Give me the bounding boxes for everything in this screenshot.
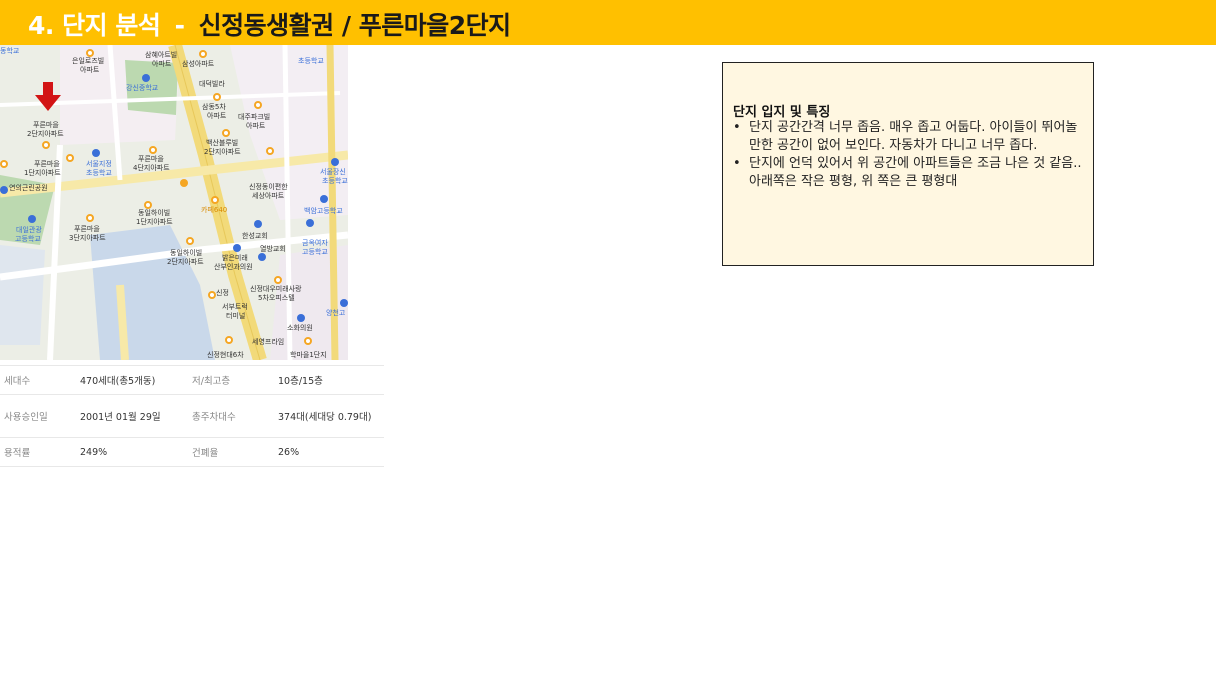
map-poi-label: 대주파크빌 (238, 112, 270, 121)
page-title: 4. 단지 분석 - 신정동생활권 / 푸른마을2단지 (28, 6, 511, 42)
map-poi-label: 초등학교 (298, 56, 324, 65)
map-poi-label: 밝은미래 (222, 253, 248, 262)
note-text: 단지에 언덕 있어서 위 공간에 아파트들은 조금 나은 것 같음.. 아래쪽은… (749, 156, 1082, 189)
map-poi-label: 아파트 (80, 65, 100, 74)
section-number: 4. (28, 11, 54, 40)
map-poi-label: 동일하이빌 (138, 208, 170, 217)
map-poi-label: 삼성아파트 (182, 59, 215, 68)
map-poi-label: 아파트 (152, 59, 172, 68)
map-poi-label: 은일로즈빌 (72, 56, 104, 65)
complex-info-table: 세대수 470세대(총5개동) 저/최고층 10층/15층 사용승인일 2001… (0, 365, 384, 467)
map-poi-label: 대덕빌라 (199, 79, 225, 88)
value-approval-date: 2001년 01월 29일 (76, 394, 188, 438)
map-poi-label: 신정 (216, 288, 229, 297)
map-poi-label: 푸른마을 (33, 120, 59, 129)
table-row: 세대수 470세대(총5개동) 저/최고층 10층/15층 (0, 365, 384, 395)
map-poi-label: 신정동이편한 (249, 182, 288, 191)
area-name: 신정동생활권 / (198, 11, 351, 40)
value-building-coverage: 26% (274, 437, 384, 467)
value-floor-area-ratio: 249% (76, 437, 188, 467)
map-poi-label: 서울지정 (86, 159, 112, 168)
notes-box: 단지 입지 및 특징 • 단지 공간간격 너무 좁음. 매우 좁고 어둡다. 아… (722, 62, 1094, 266)
list-item: • 단지에 언덕 있어서 위 공간에 아파트들은 조금 나은 것 같음.. 아래… (733, 155, 1085, 191)
list-item: • 단지 공간간격 너무 좁음. 매우 좁고 어둡다. 아이들이 뛰어놀 만한 … (733, 119, 1085, 155)
map-poi-label: 3단지아파트 (69, 233, 106, 242)
value-households: 470세대(총5개동) (76, 365, 188, 395)
map-poi-label: 5차오피스텔 (258, 293, 295, 302)
map-poi-label: 강신중학교 (126, 83, 159, 92)
map-poi-label: 고등학교 (15, 234, 41, 243)
notes-title: 단지 입지 및 특징 (733, 105, 831, 120)
label-floor-area-ratio: 용적률 (0, 437, 76, 467)
map-poi-label: 4단지아파트 (133, 163, 170, 172)
title-separator: - (174, 11, 185, 40)
map-poi-label: 소화의원 (287, 323, 313, 332)
table-row: 용적률 249% 건폐율 26% (0, 437, 384, 467)
table-row: 사용승인일 2001년 01월 29일 총주차대수 374대(세대당 0.79대… (0, 394, 384, 438)
map-poi-label: 2단지아파트 (167, 257, 204, 266)
location-map[interactable]: 동학교 은일로즈빌 아파트 삼혜아트빌 아파트 삼성아파트 초등학교 강신중학교… (0, 45, 348, 360)
map-poi-label: 아파트 (246, 121, 266, 130)
map-poi-label: 초등학교 (322, 176, 348, 185)
map-poi-label: 백산블루빌 (206, 138, 238, 147)
map-canvas: 동학교 은일로즈빌 아파트 삼혜아트빌 아파트 삼성아파트 초등학교 강신중학교… (0, 45, 348, 360)
bullet-icon: • (733, 156, 741, 171)
map-poi-label: 푸른마을 (138, 154, 164, 163)
map-poi-label: 1단지아파트 (24, 168, 61, 177)
map-poi-label: 한성교회 (242, 231, 268, 240)
bullet-icon: • (733, 120, 741, 135)
complex-name: 푸른마을2단지 (358, 11, 511, 40)
map-poi-label: 카페640 (201, 205, 227, 214)
note-text: 단지 공간간격 너무 좁음. 매우 좁고 어둡다. 아이들이 뛰어놀 만한 공간… (749, 120, 1078, 153)
map-poi-label: 터미널 (226, 311, 245, 320)
label-approval-date: 사용승인일 (0, 394, 76, 438)
map-poi-label: 세상아파트 (252, 191, 285, 200)
label-households: 세대수 (0, 365, 76, 395)
title-bar: 4. 단지 분석 - 신정동생활권 / 푸른마을2단지 (0, 0, 1216, 45)
map-poi-label: 2단지아파트 (27, 129, 64, 138)
map-poi-label: 백암고등학교 (304, 206, 343, 215)
map-poi-label: 2단지아파트 (204, 147, 241, 156)
notes-list: • 단지 공간간격 너무 좁음. 매우 좁고 어둡다. 아이들이 뛰어놀 만한 … (733, 119, 1085, 191)
map-poi-label: 서울장신 (320, 167, 346, 176)
map-poi-label: 푸른마을 (34, 159, 60, 168)
map-poi-label: 금옥여자 (302, 238, 328, 247)
map-poi-label: 대일관광 (16, 225, 42, 234)
map-poi-label: 세영프라임 (252, 337, 284, 346)
map-poi-label: 학마을1단지 (290, 350, 327, 359)
map-poi-label: 열방교회 (260, 244, 286, 253)
label-parking: 총주차대수 (188, 394, 274, 438)
map-poi-label: 삼혜아트빌 (145, 50, 177, 59)
map-poi-label: 아파트 (207, 111, 227, 120)
map-poi-label: 연의근린공원 (9, 183, 48, 192)
map-poi-label: 동학교 (0, 46, 20, 55)
map-poi-label: 양천고 (326, 308, 346, 317)
map-poi-label: 삼동5차 (202, 102, 226, 111)
value-floors: 10층/15층 (274, 365, 384, 395)
section-label: 단지 분석 (62, 11, 161, 40)
map-poi-label: 신정현대6차 (207, 350, 244, 359)
map-poi-label: 신정대우미래사랑 (250, 284, 302, 293)
map-poi-label: 푸른마을 (74, 224, 100, 233)
map-poi-label: 고등학교 (302, 247, 328, 256)
map-poi-label: 초등학교 (86, 168, 112, 177)
map-poi-label: 서부트럭 (222, 302, 248, 311)
map-poi-label: 1단지아파트 (136, 217, 173, 226)
label-floors: 저/최고층 (188, 365, 274, 395)
map-poi-label: 산부인과의원 (214, 262, 253, 271)
value-parking: 374대(세대당 0.79대) (274, 394, 384, 438)
label-building-coverage: 건폐율 (188, 437, 274, 467)
map-poi-label: 동일하이빌 (170, 248, 202, 257)
